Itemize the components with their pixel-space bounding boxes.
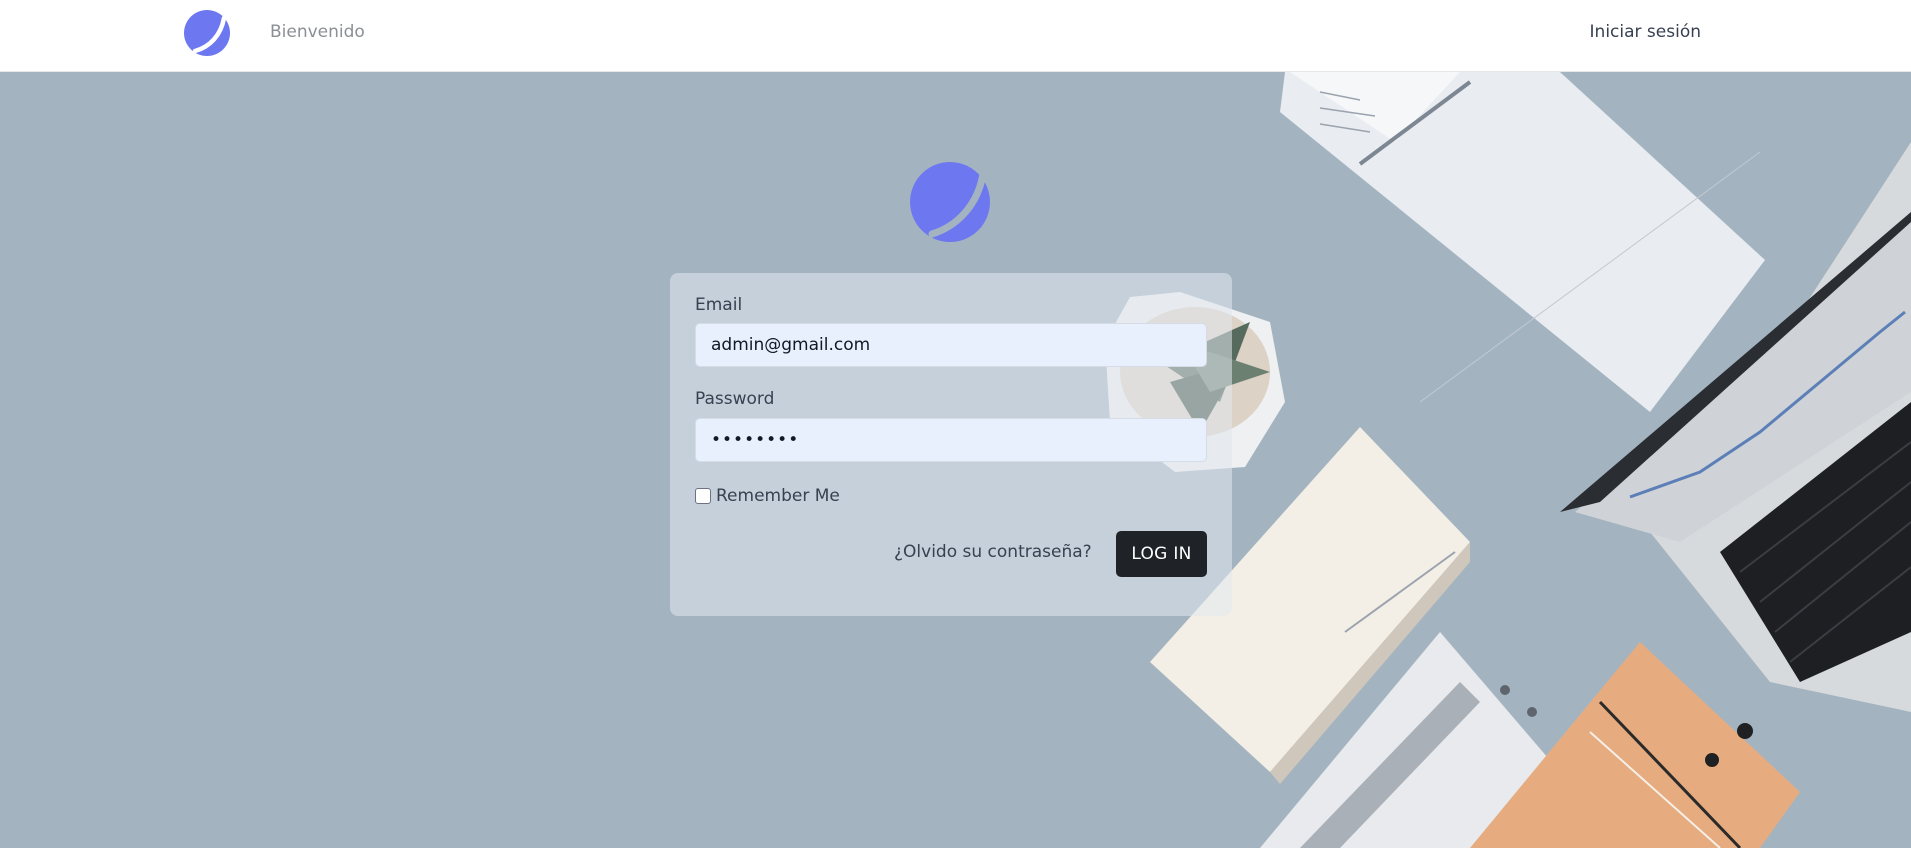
email-label: Email xyxy=(695,295,743,315)
center-planet-logo-icon xyxy=(910,162,990,242)
nav-welcome-link[interactable]: Bienvenido xyxy=(270,22,365,42)
login-form: Email Password Remember Me ¿Olvido su co… xyxy=(670,273,1232,616)
top-navbar: Bienvenido Iniciar sesión xyxy=(0,0,1911,72)
email-field[interactable] xyxy=(695,323,1207,367)
remember-me-row: Remember Me xyxy=(695,486,840,506)
password-field[interactable] xyxy=(695,418,1207,462)
nav-login-link[interactable]: Iniciar sesión xyxy=(1590,22,1701,42)
hero-background: Email Password Remember Me ¿Olvido su co… xyxy=(0,72,1911,848)
remember-me-label[interactable]: Remember Me xyxy=(716,486,840,506)
forgot-password-link[interactable]: ¿Olvido su contraseña? xyxy=(894,542,1092,562)
planet-logo-icon[interactable] xyxy=(183,9,231,57)
login-button[interactable]: LOG IN xyxy=(1116,531,1207,577)
password-label: Password xyxy=(695,389,775,409)
remember-me-checkbox[interactable] xyxy=(695,488,711,504)
